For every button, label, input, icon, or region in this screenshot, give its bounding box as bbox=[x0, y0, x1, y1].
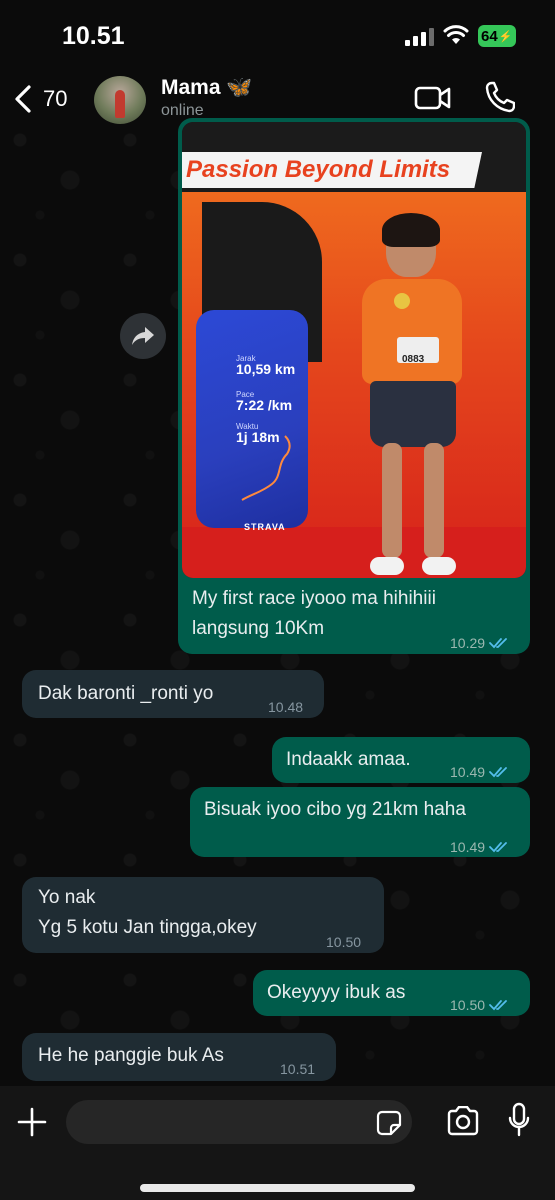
message-bubble-outgoing[interactable]: Okeyyyy ibuk as 10.50 bbox=[253, 970, 530, 1016]
wifi-icon bbox=[443, 25, 469, 44]
message-meta: 10.49 bbox=[450, 757, 509, 787]
photo-tagline: Passion Beyond Limits bbox=[186, 156, 451, 183]
read-ticks-icon bbox=[489, 638, 507, 649]
message-meta: 10.49 bbox=[450, 832, 509, 862]
bib-number: 0883 bbox=[402, 354, 425, 365]
image-message-bubble[interactable]: Passion Beyond Limits Jarak 10,59 km Pac… bbox=[178, 118, 530, 654]
read-ticks-icon bbox=[489, 1000, 507, 1011]
message-time: 10.51 bbox=[280, 1061, 316, 1077]
message-bubble-incoming[interactable]: Dak baronti _ronti yo 10.48 bbox=[22, 670, 324, 718]
message-time: 10.49 bbox=[450, 764, 486, 780]
route-map-icon bbox=[241, 435, 291, 501]
message-input[interactable] bbox=[66, 1100, 412, 1144]
read-ticks-icon bbox=[489, 842, 507, 853]
cellular-signal-icon bbox=[405, 28, 435, 46]
message-text: He he panggie buk As bbox=[38, 1045, 224, 1066]
forward-button[interactable] bbox=[120, 313, 166, 359]
microphone-icon[interactable] bbox=[508, 1102, 530, 1138]
race-photo[interactable]: Passion Beyond Limits Jarak 10,59 km Pac… bbox=[182, 122, 526, 578]
strava-logo: STRAVA bbox=[244, 522, 286, 532]
camera-icon[interactable] bbox=[446, 1106, 480, 1136]
message-text: Indaakk amaa. bbox=[286, 749, 411, 770]
message-time: 10.50 bbox=[450, 997, 486, 1013]
message-text: Yo nak Yg 5 kotu Jan tingga,okey bbox=[38, 887, 257, 938]
contact-name[interactable]: Mama 🦋 bbox=[161, 76, 253, 100]
video-call-icon[interactable] bbox=[414, 84, 452, 112]
composer-bar bbox=[0, 1086, 555, 1200]
contact-avatar[interactable] bbox=[94, 76, 146, 124]
message-bubble-incoming[interactable]: Yo nak Yg 5 kotu Jan tingga,okey 10.50 bbox=[22, 877, 384, 953]
battery-level: 64 bbox=[481, 27, 498, 45]
attach-plus-icon[interactable] bbox=[16, 1106, 48, 1138]
image-caption: My first race iyooo ma hihihiii langsung… bbox=[192, 588, 436, 639]
message-meta: 10.50 bbox=[450, 990, 509, 1020]
unread-chats-count[interactable]: 70 bbox=[43, 86, 67, 112]
battery-indicator: 64 ⚡ bbox=[478, 25, 516, 47]
forward-arrow-icon bbox=[132, 327, 154, 345]
voice-call-icon[interactable] bbox=[485, 81, 515, 113]
status-time: 10.51 bbox=[62, 22, 125, 50]
message-bubble-outgoing[interactable]: Indaakk amaa. 10.49 bbox=[272, 737, 530, 783]
status-bar: 10.51 64 ⚡ bbox=[0, 0, 555, 70]
home-indicator bbox=[140, 1184, 415, 1192]
runner-figure: 0883 bbox=[342, 213, 492, 578]
sticker-icon[interactable] bbox=[376, 1110, 402, 1136]
message-bubble-outgoing[interactable]: Bisuak iyoo cibo yg 21km haha 10.49 bbox=[190, 787, 530, 857]
message-time: 10.48 bbox=[268, 699, 304, 715]
message-time: 10.50 bbox=[326, 934, 362, 950]
charging-bolt-icon: ⚡ bbox=[498, 30, 513, 43]
message-text: Okeyyyy ibuk as bbox=[267, 982, 406, 1003]
back-chevron-icon[interactable] bbox=[12, 84, 36, 114]
message-bubble-incoming[interactable]: He he panggie buk As 10.51 bbox=[22, 1033, 336, 1081]
message-time: 10.49 bbox=[450, 839, 486, 855]
message-text: Dak baronti _ronti yo bbox=[38, 683, 214, 704]
read-ticks-icon bbox=[489, 767, 507, 778]
message-text: Bisuak iyoo cibo yg 21km haha bbox=[204, 799, 466, 820]
message-meta: 10.29 bbox=[450, 628, 509, 658]
message-time: 10.29 bbox=[450, 635, 486, 651]
